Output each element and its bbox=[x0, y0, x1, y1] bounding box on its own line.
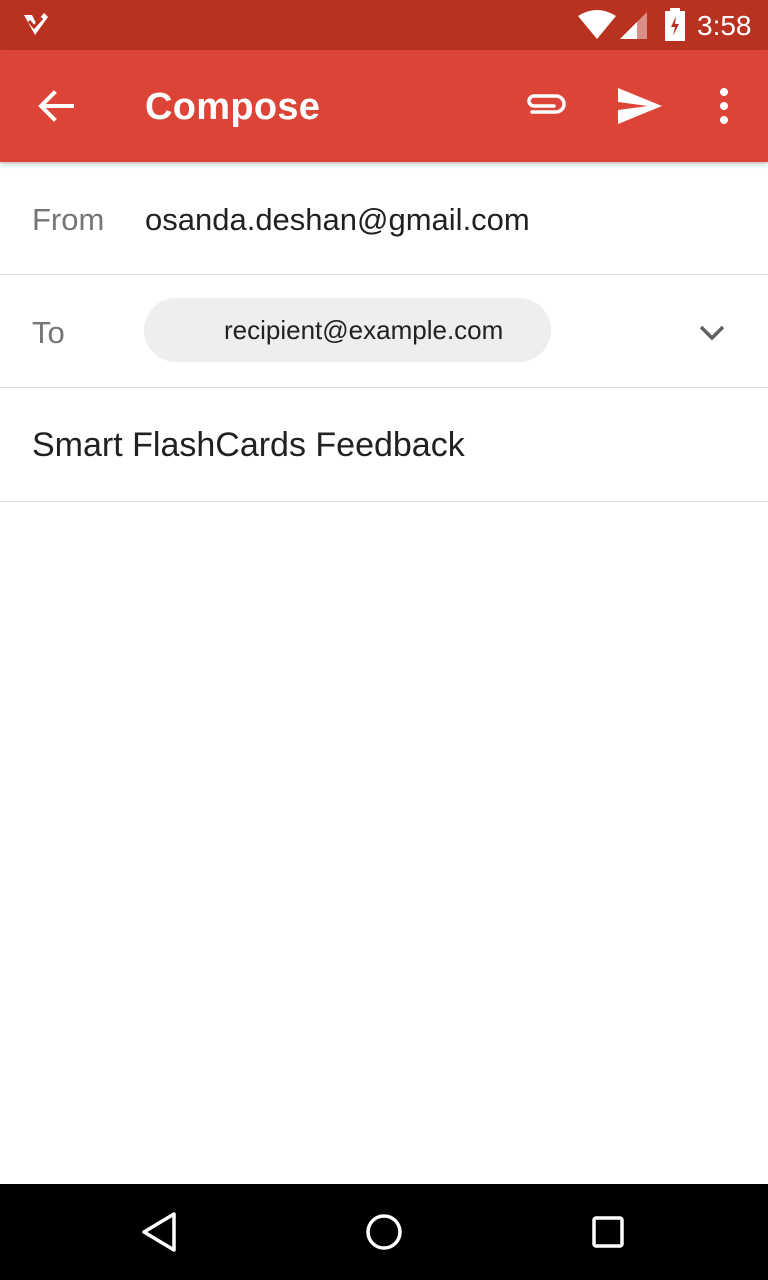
status-time: 3:58 bbox=[697, 10, 752, 41]
to-label: To bbox=[32, 315, 65, 350]
compose-body[interactable] bbox=[0, 502, 768, 1184]
recipient-chip[interactable]: recipient@example.com bbox=[144, 298, 551, 362]
nav-home-icon[interactable] bbox=[360, 1208, 408, 1256]
attach-icon[interactable] bbox=[518, 82, 570, 134]
notification-check-icon bbox=[24, 13, 48, 35]
status-bar: 3:58 bbox=[0, 0, 768, 50]
nav-recents-icon[interactable] bbox=[584, 1208, 632, 1256]
signal-icon bbox=[620, 12, 647, 39]
chevron-down-icon[interactable] bbox=[690, 311, 734, 355]
subject-field[interactable]: Smart FlashCards Feedback bbox=[32, 426, 465, 465]
battery-charging-icon bbox=[665, 8, 685, 41]
navigation-bar bbox=[0, 1184, 768, 1280]
subject-row[interactable]: Smart FlashCards Feedback bbox=[0, 388, 768, 502]
app-toolbar: Compose bbox=[0, 50, 768, 162]
from-label: From bbox=[32, 202, 105, 237]
recipient-email: recipient@example.com bbox=[224, 315, 504, 345]
from-row: From osanda.deshan@gmail.com bbox=[0, 162, 768, 275]
send-icon[interactable] bbox=[612, 80, 668, 132]
page-title: Compose bbox=[145, 86, 321, 128]
from-account[interactable]: osanda.deshan@gmail.com bbox=[145, 202, 530, 238]
nav-back-icon[interactable] bbox=[136, 1208, 184, 1256]
to-row[interactable]: To recipient@example.com bbox=[0, 275, 768, 388]
more-vert-icon[interactable] bbox=[700, 80, 748, 132]
back-arrow-icon[interactable] bbox=[30, 80, 82, 132]
wifi-icon bbox=[578, 10, 616, 39]
